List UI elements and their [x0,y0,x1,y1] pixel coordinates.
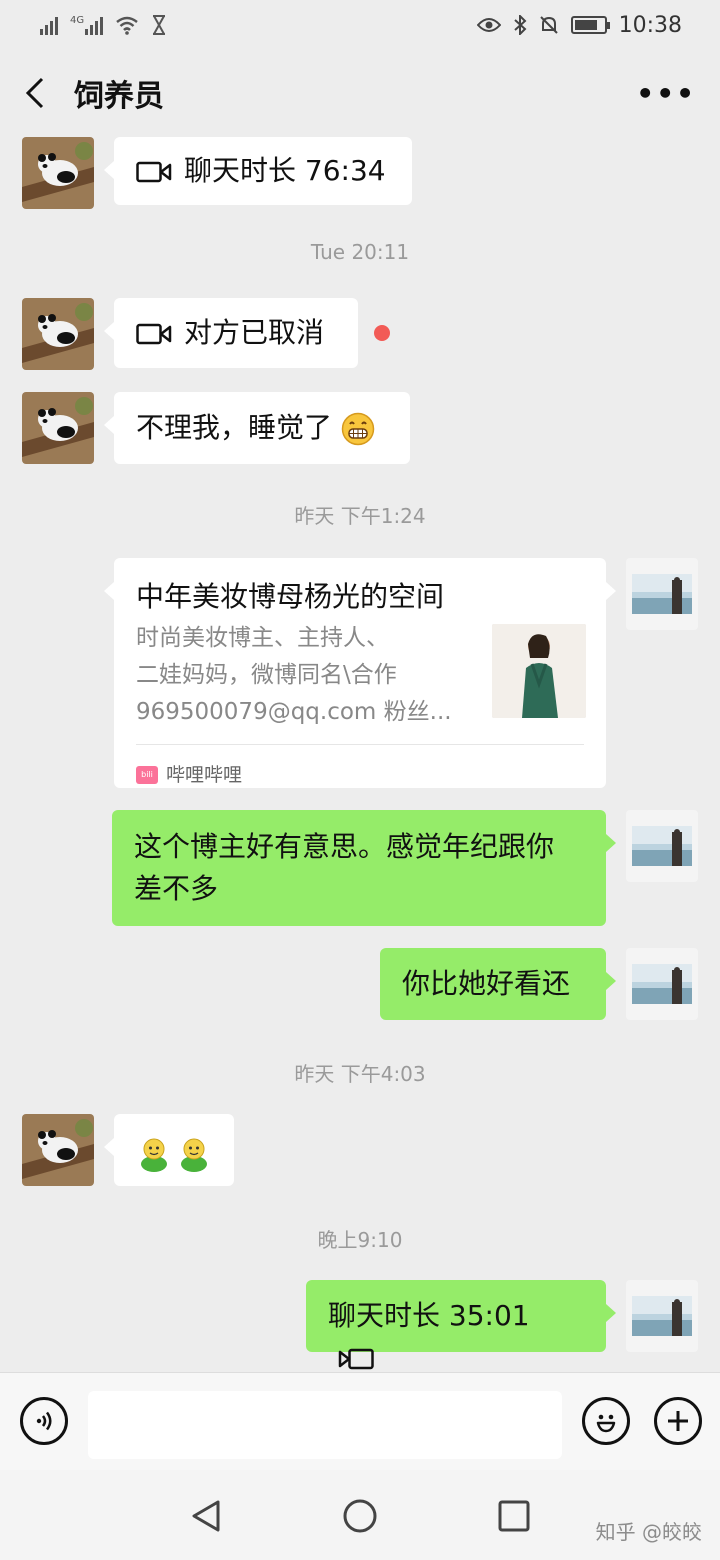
card-desc-line: 时尚美妆博主、主持人、 [136,625,389,651]
message-text: 你比她好看还 [402,967,571,1000]
bluetooth-icon [513,15,527,35]
timestamp: 晚上9:10 [317,1228,403,1252]
voice-icon[interactable] [20,1397,68,1445]
message-text: 差不多 [134,872,219,905]
emoji-icon[interactable] [582,1397,630,1445]
card-title: 中年美妆博母杨光的空间 [136,580,445,613]
plus-icon[interactable] [654,1397,702,1445]
contact-avatar[interactable] [22,1114,94,1186]
status-left: 4G [40,15,167,35]
call-cancelled-text: 对方已取消 [184,316,325,349]
shared-link-card[interactable]: 中年美妆博母杨光的空间 时尚美妆博主、主持人、 二娃妈妈，微博同名\合作 969… [104,558,616,788]
nav-home-icon[interactable] [342,1498,378,1534]
chat-title: 饲养员 [74,79,164,114]
timestamp: 昨天 下午1:24 [294,504,426,528]
text-message-bubble[interactable]: 不理我，睡觉了 [104,392,410,464]
call-cancelled-bubble[interactable]: 对方已取消 [104,298,358,368]
my-avatar[interactable] [626,948,698,1020]
status-right: 10:38 [476,12,682,38]
system-navigation-bar [0,1470,720,1560]
watermark: 知乎 @皎皎 [595,1520,702,1544]
chat-message-list[interactable]: 聊天时长 76:34 Tue 20:11 对方已取消 不理我，睡觉了 昨天 下午… [0,136,720,1372]
chat-header: 饲养员 ••• [0,50,720,136]
my-text-bubble[interactable]: 你比她好看还 [380,948,616,1020]
message-text: 这个博主好有意思。感觉年纪跟你 [134,830,555,863]
green-sprite-emoji-icon [141,1138,167,1172]
my-avatar[interactable] [626,1280,698,1352]
timestamp: Tue 20:11 [310,240,410,264]
call-duration-text: 聊天时长 35:01 [328,1299,530,1332]
net-label: 4G [70,15,85,26]
more-icon[interactable]: ••• [636,77,696,110]
nav-recent-icon[interactable] [496,1498,532,1534]
battery-icon [570,16,610,34]
nav-back-icon[interactable] [188,1498,224,1534]
card-desc-line: 二娃妈妈，微博同名\合作 [136,662,397,688]
wifi-icon [116,16,138,35]
my-avatar[interactable] [626,558,698,630]
card-thumbnail [492,624,586,718]
video-call-icon [338,1348,374,1370]
battery-level [574,20,597,30]
video-call-icon [136,161,172,183]
my-avatar[interactable] [626,810,698,882]
video-call-icon [136,323,172,345]
contact-avatar[interactable] [22,137,94,209]
timestamp: 昨天 下午4:03 [294,1062,426,1086]
my-text-bubble[interactable]: 这个博主好有意思。感觉年纪跟你 差不多 [112,810,616,926]
card-source: bili 哔哩哔哩 [136,754,242,796]
contact-avatar[interactable] [22,392,94,464]
status-time: 10:38 [618,12,682,38]
bilibili-logo-icon: bili [136,766,158,784]
eye-icon [476,18,501,32]
contact-avatar[interactable] [22,298,94,370]
signal-icon [40,15,58,35]
grin-emoji-icon [341,412,375,446]
input-bar [0,1372,720,1470]
green-sprite-emoji-icon [181,1138,207,1172]
my-call-duration-bubble[interactable]: 聊天时长 35:01 [306,1280,616,1370]
card-description: 时尚美妆博主、主持人、 二娃妈妈，微博同名\合作 969500079@qq.co… [136,620,456,731]
message-text: 不理我，睡觉了 [136,411,333,444]
emoji-message-bubble[interactable] [104,1114,234,1186]
call-duration-text: 聊天时长 76:34 [184,154,386,187]
message-input[interactable] [88,1391,562,1459]
call-duration-bubble[interactable]: 聊天时长 76:34 [104,137,412,205]
unread-dot [374,325,390,341]
back-arrow-icon[interactable] [24,73,54,113]
card-divider [136,744,584,745]
status-bar: 4G 10:38 [0,0,720,50]
card-desc-line: 969500079@qq.com 粉丝... [136,699,452,725]
signal-4g-icon: 4G [70,15,104,35]
card-source-name: 哔哩哔哩 [166,764,243,786]
mute-bell-icon [539,16,558,34]
hourglass-icon [153,15,166,35]
